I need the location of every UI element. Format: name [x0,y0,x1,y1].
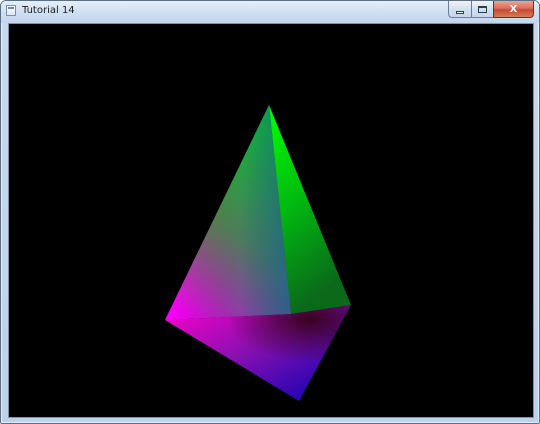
pyramid-scene [165,105,351,401]
pyramid-bottom-face-shade [165,305,351,401]
application-window: Tutorial 14 X [0,0,540,424]
window-title: Tutorial 14 [22,5,75,16]
application-window-icon[interactable] [6,5,16,16]
maximize-icon [478,5,487,13]
title-bar[interactable]: Tutorial 14 X [1,1,539,23]
caption-buttons: X [448,1,534,18]
minimize-icon [456,10,464,14]
pyramid-left-face-shade [165,105,291,320]
close-button[interactable]: X [493,1,534,18]
minimize-button[interactable] [448,1,471,18]
render-viewport[interactable] [8,23,534,418]
maximize-button[interactable] [471,1,493,18]
close-icon: X [509,3,518,15]
